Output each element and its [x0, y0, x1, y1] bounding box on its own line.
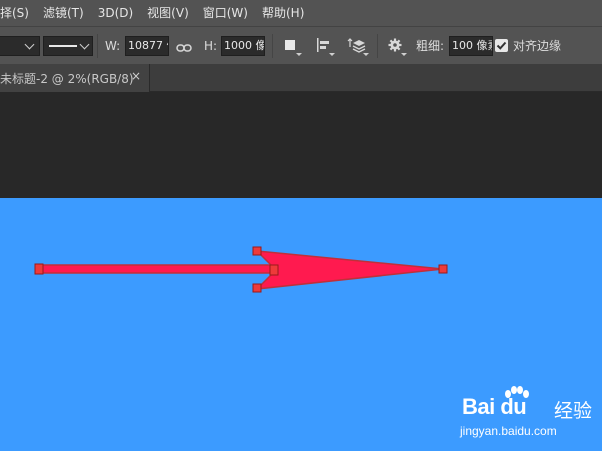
- arrow-shaft: [39, 264, 277, 274]
- anchor-point: [252, 246, 262, 256]
- anchor-point: [34, 263, 44, 275]
- arrow-head: [254, 250, 444, 290]
- anchor-point: [438, 264, 448, 274]
- watermark-service: 经验: [554, 400, 593, 422]
- watermark-brand: Bai du: [462, 394, 527, 419]
- anchor-point: [252, 283, 262, 293]
- watermark-url: jingyan.baidu.com: [460, 424, 557, 438]
- anchor-point: [269, 264, 279, 276]
- baidu-watermark: Bai du 经验 jingyan.baidu.com: [460, 382, 600, 442]
